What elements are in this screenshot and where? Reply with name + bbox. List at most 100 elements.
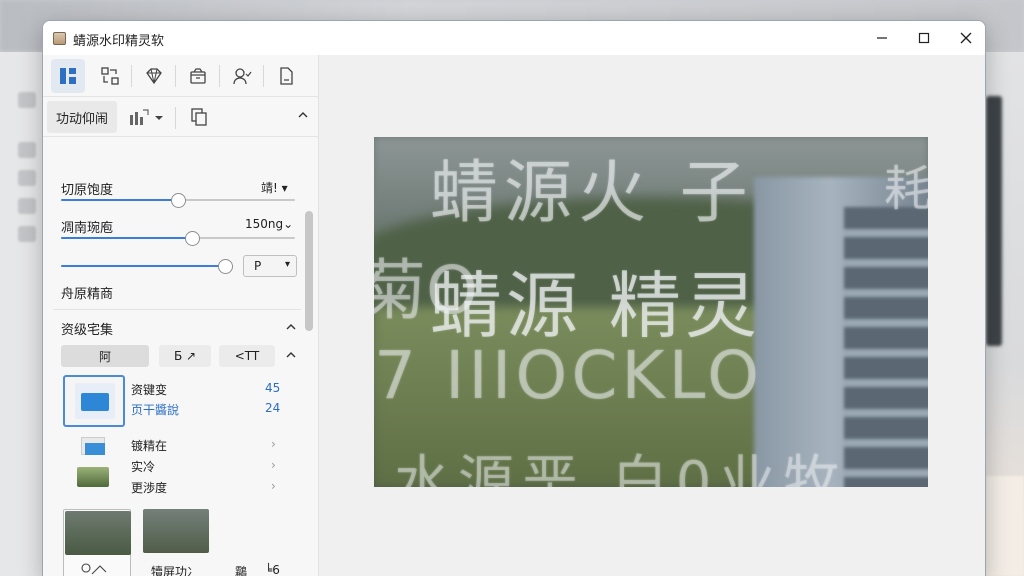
background-card [986,96,1002,346]
section-divider [53,309,301,310]
background-block [18,226,36,242]
close-button[interactable] [943,21,985,55]
scrollbar-thumb[interactable] [305,211,313,331]
chevron-down-icon: ▾ [284,259,290,270]
watermark-line-1: 蜻源火 子 [430,154,754,233]
subbar-divider [175,107,176,129]
chevron-right-icon[interactable]: › [271,479,276,493]
chip-filter-3[interactable]: <TT [219,345,275,367]
copy-icon [191,108,207,126]
chevron-up-icon [298,112,308,118]
slider-fill [61,265,230,267]
chevron-up-icon [286,324,296,330]
background-app-right [986,52,1024,576]
background-app-sidebar [0,52,42,576]
vertical-scrollbar[interactable] [303,147,313,576]
resource-line-1[interactable]: 镀精在 [131,437,167,454]
setting-value-2-text: 150ng [245,217,284,231]
resource-thumbnail-selected[interactable] [63,375,125,427]
settings-panel: 功动仰闹 切原饱度 靖! ▾ 凋南琬庖 150ng⌄ P ▾ 舟原精商 资级宅集… [43,55,319,576]
resource-count-1: 45 [265,381,281,395]
watermark-side-column: 耗 名 那 [884,161,928,217]
background-block [18,142,36,158]
template-caption: 犢屏功冫 [151,565,200,576]
toolbar-divider [263,65,264,87]
collapse-button[interactable] [297,109,309,124]
template-caption-3: ╘6 [265,563,280,576]
tool-document[interactable] [269,59,303,93]
screen-shape [81,393,109,411]
resources-collapse[interactable] [285,321,297,336]
chip-filter-2-label: Б [173,349,183,363]
tool-box[interactable] [181,59,215,93]
resource-count-2: 24 [265,401,281,415]
folder-screen-icon [79,437,109,463]
chevron-up-icon [286,352,296,358]
flag-select[interactable]: P ▾ [243,255,297,277]
chip-filter-1[interactable]: 阿 [61,345,149,367]
maximize-button[interactable] [901,21,947,55]
minimize-button[interactable] [859,21,905,55]
title-bar[interactable]: 蜻源水印精灵软 [43,21,985,55]
slider-knob[interactable] [218,259,233,274]
resource-line-3[interactable]: 更渉度 [131,479,167,496]
hand-signature-icon [81,563,107,575]
toolbar-divider [219,65,220,87]
diamond-icon [146,68,162,85]
resources-title: 资级宅集 [61,323,114,338]
setting-value-2[interactable]: 150ng⌄ [245,217,293,231]
watermark-line-3: 7 IIIOCKLO [374,337,764,414]
tab-functions[interactable]: 功动仰闹 [47,101,117,133]
app-logo-icon [53,32,66,45]
slider-2[interactable] [61,231,295,246]
slider-knob[interactable] [185,231,200,246]
template-card-1[interactable] [63,509,131,576]
tool-diamond[interactable] [137,59,171,93]
template-image-1 [65,511,131,555]
background-block [18,170,36,186]
monitor-document-icon [75,383,115,419]
resource-line-2[interactable]: 实冷 [131,458,155,475]
watermarked-photo[interactable]: 蜻源火 子 菊O 蜻源 精灵 7 IIIOCKLO 水源垩 白0业牧 耗 名 那 [374,137,928,487]
chart-icon [130,109,163,125]
slider-1[interactable] [61,193,295,208]
chips-scroll-up[interactable] [285,349,297,364]
user-icon [233,68,252,85]
background-desk [986,476,1024,576]
background-block [18,198,36,214]
slider-fill [61,237,192,239]
transform-icon [101,67,119,85]
template-caption-2: 鸘 [235,565,248,576]
resource-subname[interactable]: 页干醬說 [131,401,179,418]
settings-scroll-area[interactable]: 切原饱度 靖! ▾ 凋南琬庖 150ng⌄ P ▾ 舟原精商 资级宅集 阿 Б … [43,137,319,576]
image-preview-area[interactable]: 蜻源火 子 菊O 蜻源 精灵 7 IIIOCKLO 水源垩 白0业牧 耗 名 那 [319,55,985,576]
close-icon [960,32,972,44]
document-icon [280,67,293,85]
setting-label-4: 舟原精商 [61,287,114,302]
tool-transform[interactable] [93,59,127,93]
chart-dropdown[interactable] [129,107,165,130]
chevron-right-icon[interactable]: › [271,437,276,451]
template-image-2[interactable] [143,509,209,553]
app-window: 蜻源水印精灵软 功动仰闹 切原饱度 靖! ▾ 凋南琬庖 150ng⌄ P ▾ 舟… [42,20,986,576]
minimize-icon [877,37,887,39]
chip-filter-2[interactable]: Б ↗ [159,345,211,367]
resource-name[interactable]: 资键变 [131,381,167,398]
slider-fill [61,199,178,201]
toolbar-divider [175,65,176,87]
tool-layout[interactable] [51,59,85,93]
flag-select-value: P [254,259,262,273]
slider-3[interactable] [61,259,233,274]
box-icon [190,68,206,84]
function-bar: 功动仰闹 [43,97,319,137]
layout-icon [60,68,76,84]
toolbar-divider [131,65,132,87]
tool-strip [43,55,319,97]
maximize-icon [918,32,930,44]
tool-user[interactable] [225,59,259,93]
slider-knob[interactable] [171,193,186,208]
copy-button[interactable] [189,107,209,130]
watermark-line-4: 水源垩 白0业牧 [394,450,848,487]
chevron-right-icon[interactable]: › [271,458,276,472]
landscape-thumb-icon [77,467,109,487]
